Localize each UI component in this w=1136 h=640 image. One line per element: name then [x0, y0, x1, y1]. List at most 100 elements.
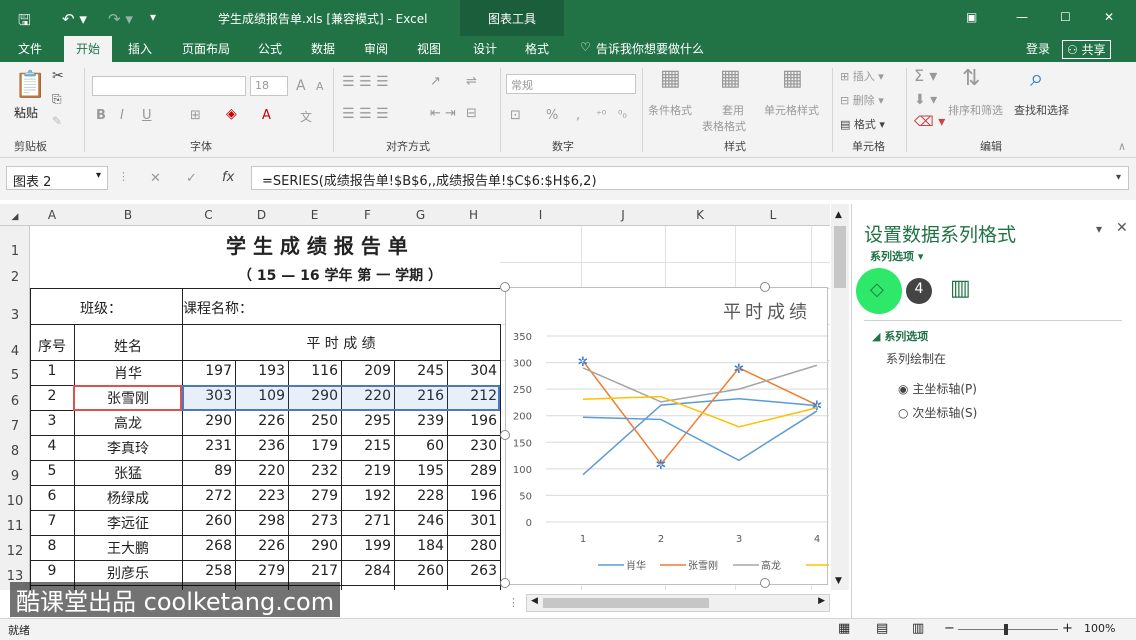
- zoom-level[interactable]: 100%: [1084, 622, 1115, 635]
- underline-button[interactable]: U: [142, 108, 152, 123]
- zoom-thumb[interactable]: [1004, 624, 1008, 635]
- table-cell-seq[interactable]: 4: [30, 438, 74, 454]
- table-cell-score[interactable]: 289: [447, 463, 500, 479]
- table-cell-name[interactable]: 张猛: [74, 463, 182, 483]
- table-cell-score[interactable]: 290: [182, 413, 235, 429]
- table-cell-score[interactable]: 60: [394, 438, 447, 454]
- table-cell-score[interactable]: 250: [288, 413, 341, 429]
- tab-view[interactable]: 视图: [417, 40, 441, 57]
- column-header[interactable]: H: [447, 208, 500, 222]
- series-line[interactable]: [582, 395, 818, 428]
- collapse-ribbon-icon[interactable]: ∧: [1118, 140, 1126, 153]
- name-box[interactable]: 图表 2 ▾: [6, 166, 108, 190]
- paste-label[interactable]: 粘贴: [14, 104, 38, 121]
- table-cell-score[interactable]: 226: [235, 413, 288, 429]
- class-label[interactable]: 班级：: [80, 298, 122, 318]
- vertical-scrollbar[interactable]: ▲ ▼: [831, 204, 849, 590]
- cell-style-label[interactable]: 单元格样式: [764, 102, 819, 118]
- normal-view-icon[interactable]: ▦: [838, 621, 850, 636]
- fill-icon[interactable]: ⬇ ▾: [914, 92, 937, 108]
- tab-data[interactable]: 数据: [311, 40, 335, 57]
- top-align-icon[interactable]: ☰ ☰ ☰: [342, 74, 389, 90]
- table-cell-score[interactable]: 279: [288, 488, 341, 504]
- legend-label[interactable]: 高龙: [761, 559, 781, 572]
- column-header[interactable]: I: [500, 208, 581, 222]
- tab-page-layout[interactable]: 页面布局: [182, 40, 230, 57]
- row-header[interactable]: 11: [0, 519, 30, 534]
- redo-icon[interactable]: ↷ ▾: [108, 10, 133, 28]
- table-cell-score[interactable]: 236: [235, 438, 288, 454]
- secondary-axis-radio[interactable]: ○ 次坐标轴(S): [898, 404, 977, 421]
- selected-point-marker[interactable]: ✲: [812, 399, 823, 414]
- series-options-icon[interactable]: ▥: [950, 276, 971, 301]
- row-header[interactable]: 3: [0, 308, 30, 323]
- series-options-dropdown[interactable]: 系列选项 ▾: [870, 248, 923, 264]
- bold-button[interactable]: B: [96, 108, 106, 123]
- font-size-combo[interactable]: 18: [250, 76, 288, 96]
- tab-home[interactable]: 开始: [64, 36, 113, 62]
- row-header[interactable]: 5: [0, 368, 30, 383]
- scroll-right-icon[interactable]: ▶: [818, 596, 825, 606]
- table-cell-score[interactable]: 273: [288, 513, 341, 529]
- table-cell-score[interactable]: 196: [447, 488, 500, 504]
- table-cell-score[interactable]: 192: [341, 488, 394, 504]
- header-seq[interactable]: 序号: [30, 336, 74, 356]
- merge-center-icon[interactable]: ⊟: [466, 106, 477, 121]
- orientation-icon[interactable]: ↗: [430, 74, 441, 89]
- table-cell-score[interactable]: 179: [288, 438, 341, 454]
- page-layout-view-icon[interactable]: ▤: [876, 621, 888, 636]
- format-painter-icon[interactable]: ✎: [52, 114, 62, 128]
- table-cell-score[interactable]: 193: [235, 363, 288, 379]
- border-icon[interactable]: ⊞: [190, 108, 201, 123]
- function-icon[interactable]: fx: [222, 170, 234, 185]
- table-cell-score[interactable]: 220: [235, 463, 288, 479]
- series-line[interactable]: [582, 364, 818, 403]
- table-cell-score[interactable]: 263: [447, 563, 500, 579]
- indent-icon[interactable]: ⇤ ⇥: [430, 106, 456, 121]
- format-cells-button[interactable]: ▤ 格式 ▾: [840, 116, 885, 132]
- selected-point-marker[interactable]: ✲: [578, 355, 589, 370]
- series-line[interactable]: [582, 397, 818, 476]
- table-cell-score[interactable]: 279: [235, 563, 288, 579]
- table-format-label[interactable]: 套用: [722, 102, 744, 118]
- table-cell-score[interactable]: 223: [235, 488, 288, 504]
- table-cell-score[interactable]: 245: [394, 363, 447, 379]
- conditional-format-label[interactable]: 条件格式: [648, 102, 692, 118]
- table-cell-score[interactable]: 230: [447, 438, 500, 454]
- table-cell-name[interactable]: 肖华: [74, 363, 182, 383]
- tell-me-input[interactable]: 告诉我你想要做什么: [596, 40, 704, 57]
- phonetic-icon[interactable]: 文: [300, 108, 312, 125]
- table-cell-score[interactable]: 280: [447, 538, 500, 554]
- sheet-nav-dots[interactable]: ⋮: [508, 596, 519, 609]
- table-cell-score[interactable]: 228: [394, 488, 447, 504]
- table-cell-name[interactable]: 别彦乐: [74, 563, 182, 583]
- sort-filter-label[interactable]: 排序和筛选: [948, 102, 1003, 118]
- header-name[interactable]: 姓名: [74, 336, 182, 356]
- undo-icon[interactable]: ↶ ▾: [62, 10, 87, 28]
- cancel-icon[interactable]: ✕: [150, 171, 161, 186]
- table-cell-score[interactable]: 246: [394, 513, 447, 529]
- table-cell-score[interactable]: 290: [288, 538, 341, 554]
- resize-handle[interactable]: [500, 578, 510, 588]
- scroll-thumb[interactable]: [543, 598, 709, 608]
- tab-file[interactable]: 文件: [18, 40, 42, 57]
- conditional-format-icon[interactable]: ▦: [660, 66, 681, 91]
- table-cell-seq[interactable]: 9: [30, 563, 74, 579]
- row-header[interactable]: 7: [0, 419, 30, 434]
- resize-handle[interactable]: [760, 282, 770, 292]
- currency-icon[interactable]: ⊡: [510, 108, 521, 123]
- table-cell-seq[interactable]: 2: [30, 388, 74, 404]
- table-cell-seq[interactable]: 8: [30, 538, 74, 554]
- table-cell-score[interactable]: 295: [341, 413, 394, 429]
- grow-font-icon[interactable]: A: [296, 78, 306, 94]
- table-cell-score[interactable]: 232: [288, 463, 341, 479]
- table-cell-seq[interactable]: 6: [30, 488, 74, 504]
- row-header[interactable]: 8: [0, 444, 30, 459]
- table-cell-score[interactable]: 217: [288, 563, 341, 579]
- tab-review[interactable]: 审阅: [364, 40, 388, 57]
- series-options-section[interactable]: ◢ 系列选项: [872, 328, 928, 344]
- row-header[interactable]: 2: [0, 270, 30, 285]
- tab-formulas[interactable]: 公式: [258, 40, 282, 57]
- scroll-down-icon[interactable]: ▼: [835, 576, 842, 586]
- table-cell-score[interactable]: 284: [341, 563, 394, 579]
